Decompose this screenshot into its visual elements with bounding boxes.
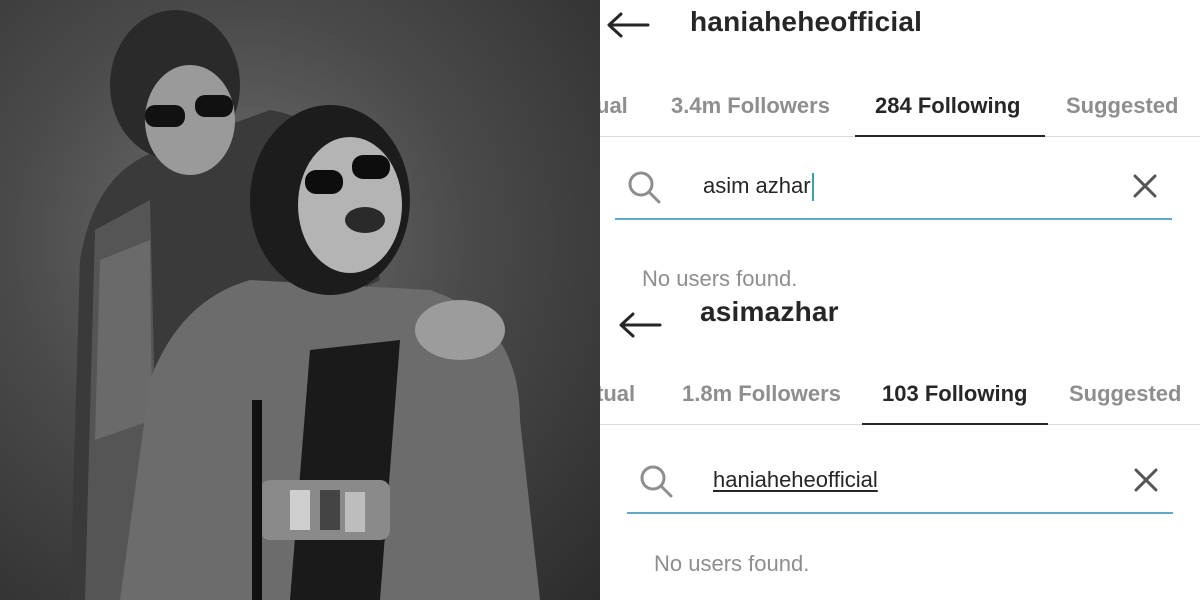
profile-username: asimazhar (700, 300, 839, 327)
photo-illustration (70, 10, 540, 600)
profile-header: asimazhar (600, 300, 1200, 362)
search-bar: asim azhar (615, 158, 1172, 220)
tab-following[interactable]: 103 Following (882, 364, 1027, 424)
tab-mutual[interactable]: ual (600, 76, 628, 136)
tab-mutual[interactable]: tual (600, 364, 635, 424)
search-bar: haniaheheofficial (627, 452, 1173, 514)
search-icon (628, 171, 661, 204)
active-tab-indicator (862, 423, 1048, 425)
tab-followers[interactable]: 1.8m Followers (682, 364, 841, 424)
profile-username: haniaheheofficial (690, 6, 923, 37)
search-input[interactable]: asim azhar (703, 158, 814, 214)
no-results-message: No users found. (654, 551, 810, 576)
close-icon[interactable] (1132, 173, 1158, 199)
search-input-value: haniaheheofficial (713, 467, 878, 492)
search-input-value: asim azhar (703, 173, 811, 198)
profile-panel-bottom: asimazhar tual 1.8m Followers 103 Follow… (600, 300, 1200, 600)
profile-header: haniaheheofficial (600, 0, 1200, 62)
tab-suggested[interactable]: Suggested (1066, 76, 1178, 136)
couple-photo (0, 0, 600, 600)
follow-tabs: tual 1.8m Followers 103 Following Sugges… (600, 364, 1200, 425)
profile-panel-top: haniaheheofficial ual 3.4m Followers 284… (600, 0, 1200, 300)
back-arrow-icon[interactable] (606, 12, 650, 38)
text-caret (811, 173, 814, 202)
back-arrow-icon[interactable] (618, 312, 662, 338)
close-icon[interactable] (1133, 467, 1159, 493)
follow-tabs: ual 3.4m Followers 284 Following Suggest… (600, 76, 1200, 137)
search-icon (640, 465, 673, 498)
active-tab-indicator (855, 135, 1045, 137)
no-results-message: No users found. (642, 266, 798, 291)
tab-following[interactable]: 284 Following (875, 76, 1020, 136)
tab-followers[interactable]: 3.4m Followers (671, 76, 830, 136)
search-input[interactable]: haniaheheofficial (713, 452, 878, 508)
tab-suggested[interactable]: Suggested (1069, 364, 1181, 424)
